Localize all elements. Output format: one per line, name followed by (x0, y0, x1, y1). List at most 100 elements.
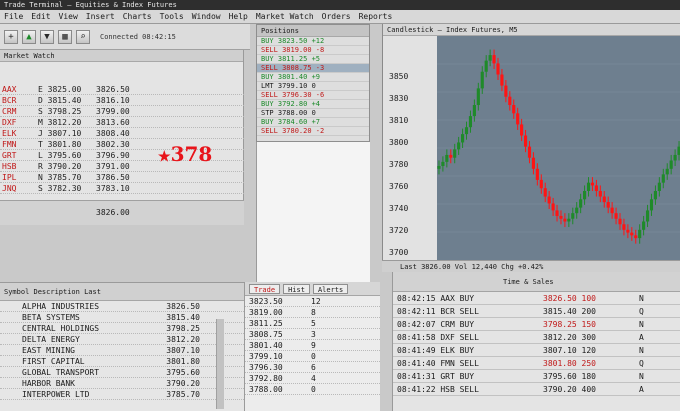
candle-up (669, 160, 673, 169)
menu-item-orders[interactable]: Orders (322, 12, 351, 21)
table-row[interactable]: 08:42:07 CRM BUY 3798.25 150 N (393, 318, 680, 331)
position-row[interactable]: SELL 3796.30 -6 (257, 91, 369, 100)
table-row[interactable]: CENTRAL HOLDINGS 3798.25 (0, 323, 244, 334)
table-row[interactable]: 3788.00 0 (245, 384, 380, 395)
table-row[interactable]: 08:42:11 BCR SELL 3815.40 200 Q (393, 305, 680, 318)
table-row[interactable]: GLOBAL TRANSPORT 3795.60 (0, 367, 244, 378)
table-row[interactable]: INTERPOWER LTD 3785.70 (0, 389, 244, 400)
table-row[interactable]: 08:41:40 FMN SELL 3801.80 250 Q (393, 357, 680, 370)
menu-item-charts[interactable]: Charts (123, 12, 152, 21)
quote-bid: T 3801.80 (38, 139, 82, 149)
tab-trade[interactable]: Trade (249, 284, 281, 294)
menu-bar: File Edit View Insert Charts Tools Window Help M… (0, 10, 680, 24)
quote-row[interactable]: ELK J 3807.10 3808.40 (0, 128, 244, 139)
new-order-icon: + (8, 31, 14, 42)
position-row[interactable]: LMT 3799.10 0 (257, 82, 369, 91)
symbol-name: DELTA ENERGY (22, 334, 80, 344)
menu-item-tools[interactable]: Tools (160, 12, 184, 21)
candle-up (472, 105, 476, 117)
quote-row[interactable]: DXF M 3812.20 3813.60 (0, 117, 244, 128)
empty-pane (256, 142, 370, 282)
candle-down (559, 215, 563, 219)
table-row[interactable]: DELTA ENERGY 3812.20 (0, 334, 244, 345)
quote-row[interactable]: IPL N 3785.70 3786.50 (0, 172, 244, 183)
sale-exchange: N (639, 345, 644, 355)
position-row[interactable]: SELL 3808.75 -3 (257, 64, 369, 73)
table-row[interactable]: 08:42:15 AAX BUY 3826.50 100 N (393, 292, 680, 305)
sale-exchange: N (639, 371, 644, 381)
candlestick-chart[interactable] (437, 36, 680, 260)
menu-item-market-watch[interactable]: Market Watch (256, 12, 314, 21)
table-row[interactable]: 3808.75 3 (245, 329, 380, 340)
symbol-last: 3815.40 (166, 312, 200, 322)
grid-button[interactable]: ▦ (58, 29, 72, 44)
candle-down (590, 182, 595, 186)
new-order-button[interactable]: + (4, 29, 18, 44)
table-row[interactable]: 3792.80 4 (245, 373, 380, 384)
table-row[interactable]: EAST MINING 3807.10 (0, 345, 244, 356)
star-icon: ★ (158, 149, 171, 165)
quote-symbol: ELK (2, 128, 17, 138)
table-row[interactable]: 3819.00 8 (245, 307, 380, 318)
table-row[interactable]: ALPHA INDUSTRIES 3826.50 (0, 301, 244, 312)
arrow-up-button[interactable]: ▲ (22, 29, 36, 44)
menu-item-reports[interactable]: Reports (359, 12, 393, 21)
position-row[interactable]: BUY 3823.50 +12 (257, 37, 369, 46)
menu-item-insert[interactable]: Insert (86, 12, 115, 21)
menu-item-window[interactable]: Window (192, 12, 221, 21)
position-row[interactable]: BUY 3801.40 +9 (257, 73, 369, 82)
table-row[interactable]: 3811.25 5 (245, 318, 380, 329)
table-row[interactable]: 08:41:49 ELK BUY 3807.10 120 N (393, 344, 680, 357)
quote-ask: 3802.30 (96, 139, 130, 149)
table-row[interactable]: 3823.50 12 (245, 296, 380, 307)
sale-exchange: N (639, 319, 644, 329)
position-row[interactable]: STP 3788.00 0 (257, 109, 369, 118)
zoom-button[interactable]: ⌕ (76, 29, 90, 44)
position-row[interactable]: BUY 3784.60 +7 (257, 118, 369, 127)
quote-ask: 3786.50 (96, 172, 130, 182)
trade-price: 3792.80 (249, 373, 283, 383)
table-row[interactable]: 3801.40 9 (245, 340, 380, 351)
tab-alerts[interactable]: Alerts (312, 284, 349, 294)
candle-up (567, 218, 571, 222)
quote-row[interactable]: CRM S 3798.25 3799.00 (0, 106, 244, 117)
grid-icon: ▦ (62, 31, 68, 42)
menu-item-help[interactable]: Help (229, 12, 248, 21)
symbol-name: HARBOR BANK (22, 378, 75, 388)
symbols-table-body: ALPHA INDUSTRIES 3826.50 BETA SYSTEMS 3815.… (0, 301, 244, 400)
quote-symbol: AAX (2, 84, 17, 94)
table-row[interactable]: HARBOR BANK 3790.20 (0, 378, 244, 389)
quote-bid: R 3790.20 (38, 161, 82, 171)
table-row[interactable]: 08:41:58 DXF SELL 3812.20 300 A (393, 331, 680, 344)
price-axis-label: 3760 (389, 182, 409, 191)
connection-status: Connected 08:42:15 (100, 32, 176, 41)
position-text: BUY 3811.25 +5 (261, 55, 321, 63)
menu-item-edit[interactable]: Edit (31, 12, 50, 21)
table-row[interactable]: BETA SYSTEMS 3815.40 (0, 312, 244, 323)
quote-row[interactable]: AAX E 3825.00 3826.50 (0, 84, 244, 95)
menu-item-file[interactable]: File (4, 12, 23, 21)
positions-list: BUY 3823.50 +12 SELL 3819.00 -8 BUY 3811.2… (257, 37, 369, 136)
table-row[interactable]: 08:41:31 GRT BUY 3795.60 180 N (393, 370, 680, 383)
menu-item-view[interactable]: View (59, 12, 78, 21)
table-row[interactable]: 08:41:22 HSB SELL 3790.20 400 A (393, 383, 680, 396)
table-row[interactable]: 3799.10 0 (245, 351, 380, 362)
sale-price: 3807.10 120 (543, 345, 596, 355)
quote-row[interactable]: JNQ S 3782.30 3783.10 (0, 183, 244, 194)
position-row[interactable]: BUY 3792.80 +4 (257, 100, 369, 109)
quote-row[interactable]: BCR D 3815.40 3816.10 (0, 95, 244, 106)
symbols-scrollbar[interactable] (216, 319, 224, 409)
table-row[interactable]: FIRST CAPITAL 3801.80 (0, 356, 244, 367)
position-row[interactable]: BUY 3811.25 +5 (257, 55, 369, 64)
candle-down (523, 135, 528, 147)
market-watch-title: Market Watch (0, 50, 243, 62)
candle-down (449, 154, 453, 158)
position-row[interactable]: SELL 3819.00 -8 (257, 46, 369, 55)
quote-ask: 3813.60 (96, 117, 130, 127)
position-row[interactable]: SELL 3780.20 -2 (257, 127, 369, 136)
arrow-down-button[interactable]: ▼ (40, 29, 54, 44)
table-row[interactable]: 3796.30 6 (245, 362, 380, 373)
candle-down (630, 232, 634, 236)
chart-window[interactable]: Candlestick — Index Futures, M5 3850 3830… (382, 24, 680, 260)
tab-hist[interactable]: Hist (283, 284, 310, 294)
